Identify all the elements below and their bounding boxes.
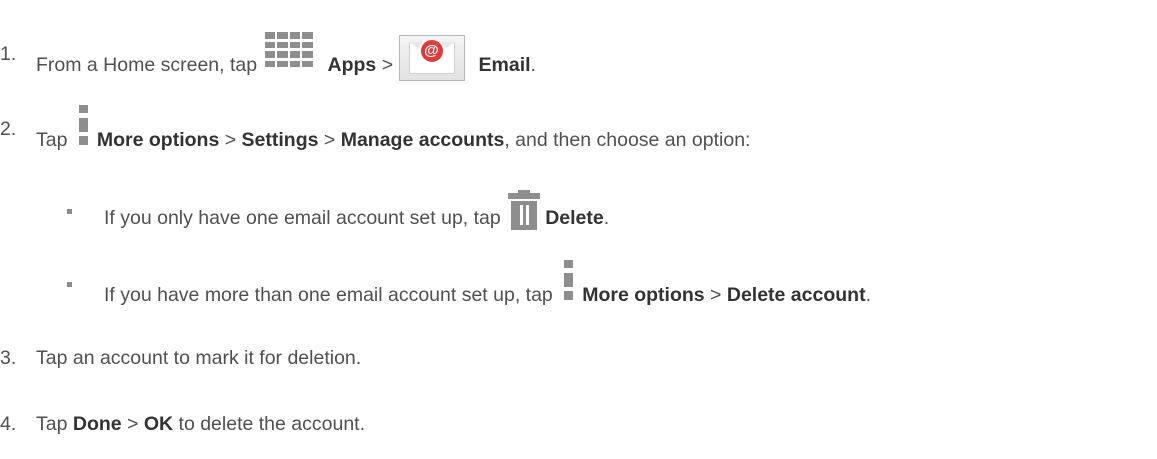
- step-text: Tap: [36, 129, 68, 152]
- separator: >: [224, 129, 237, 152]
- substep-text: If you only have one email account set u…: [104, 207, 501, 230]
- step-text-suffix: , and then choose an option:: [504, 129, 751, 152]
- step-text-suffix: to delete the account.: [178, 413, 365, 435]
- more-options-icon: [562, 260, 576, 308]
- separator: >: [381, 54, 394, 77]
- delete-label: Delete: [545, 207, 604, 230]
- period: .: [865, 284, 871, 307]
- delete-account-label: Delete account: [726, 284, 866, 307]
- bullet-square: [67, 282, 72, 287]
- settings-label: Settings: [241, 129, 319, 152]
- step-text: Tap: [36, 413, 68, 435]
- period: .: [603, 207, 610, 230]
- separator: >: [323, 129, 336, 152]
- manage-accounts-label: Manage accounts: [340, 129, 505, 152]
- more-options-label: More options: [96, 129, 220, 152]
- apps-grid-icon: [264, 32, 325, 80]
- ok-label: OK: [143, 413, 174, 435]
- step-text: Tap an account to mark it for deletion.: [36, 347, 362, 369]
- period: .: [530, 54, 536, 77]
- substep-text: If you have more than one email account …: [104, 284, 553, 307]
- step-number: 4.: [0, 413, 17, 435]
- step-text: From a Home screen, tap: [36, 54, 258, 77]
- step-number: 3.: [0, 347, 17, 369]
- more-options-icon: [77, 105, 91, 153]
- apps-label: Apps: [327, 54, 377, 77]
- step-number: 2.: [0, 118, 17, 140]
- step-number: 1.: [0, 43, 17, 65]
- separator: >: [127, 413, 139, 435]
- email-app-icon: @: [398, 35, 465, 81]
- more-options-label: More options: [582, 284, 705, 307]
- email-label: Email: [478, 54, 531, 77]
- separator: >: [710, 284, 722, 307]
- trash-icon: [508, 190, 541, 230]
- at-sign-seal: @: [418, 38, 445, 64]
- done-label: Done: [72, 413, 122, 435]
- bullet-square: [67, 209, 72, 214]
